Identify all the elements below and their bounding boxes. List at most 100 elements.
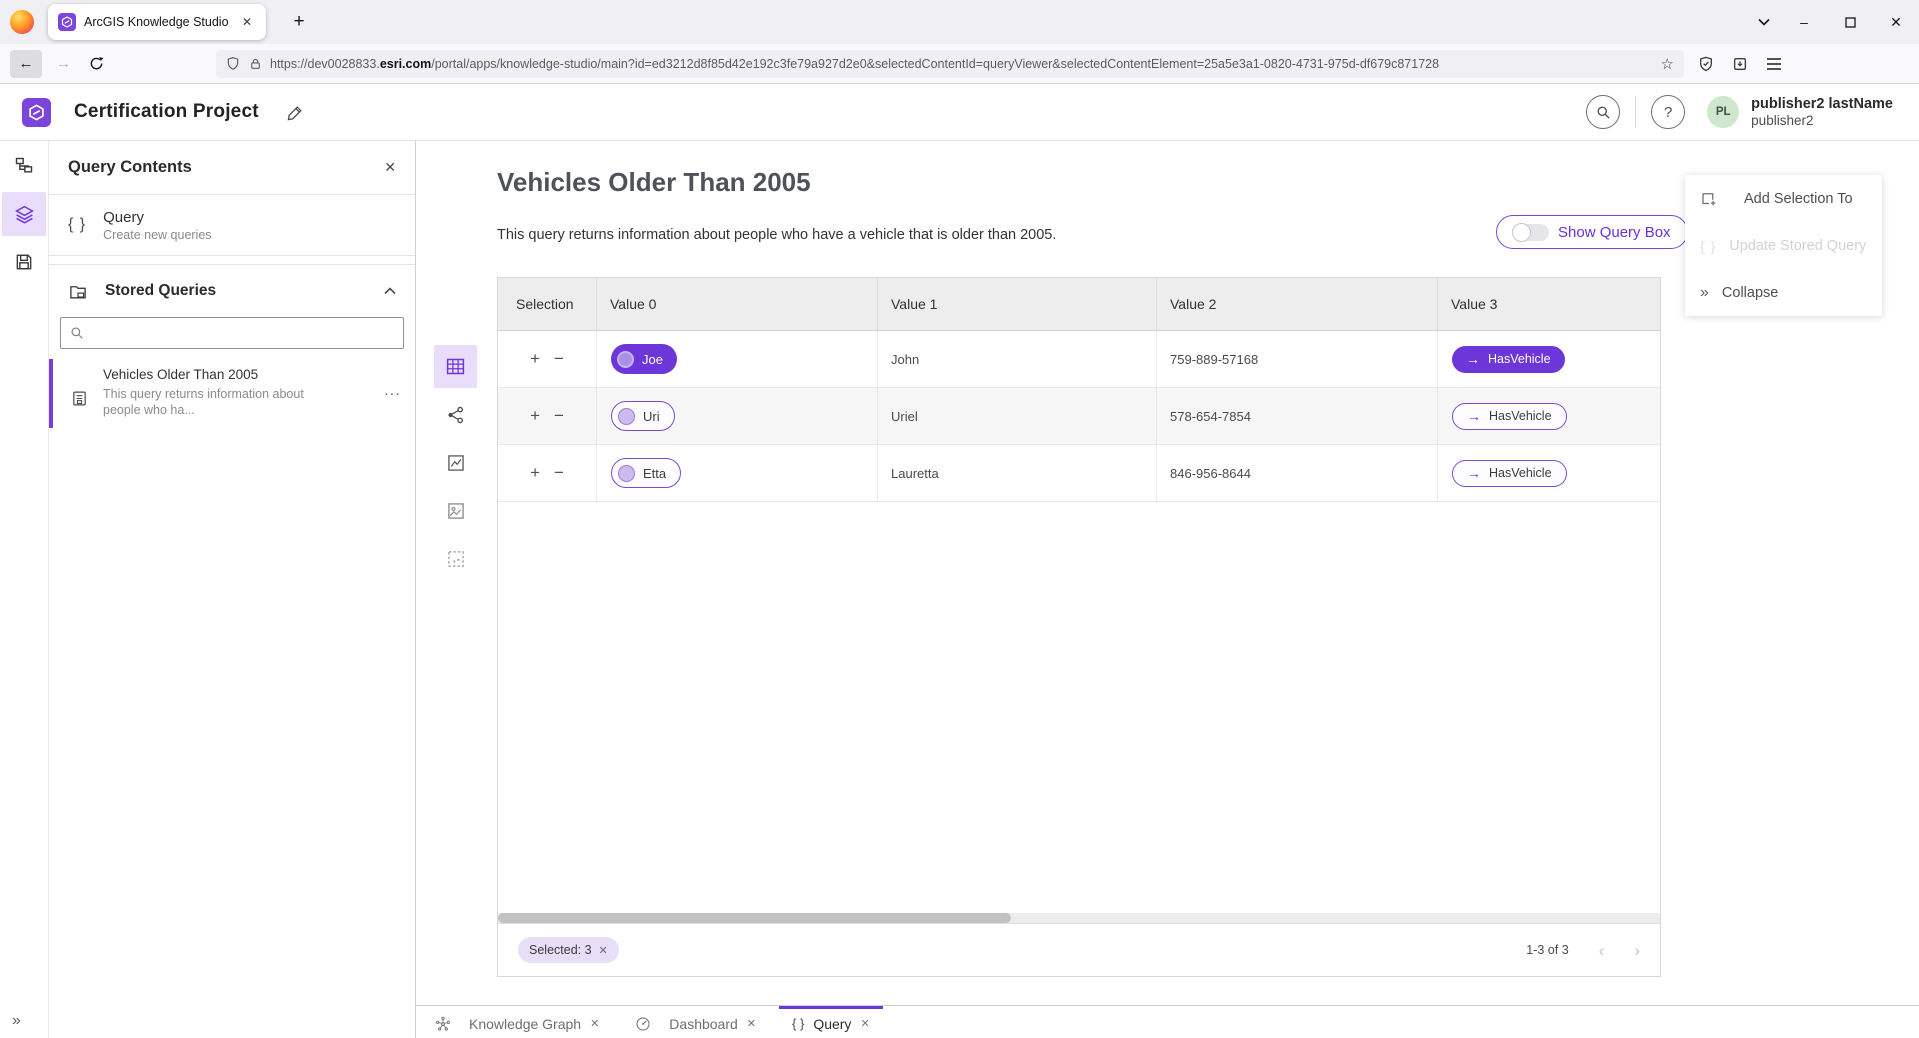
stored-queries-search-input[interactable] <box>91 318 403 348</box>
scrollbar-thumb[interactable] <box>498 913 1011 923</box>
url-text[interactable]: https://dev0028833.esri.com/portal/apps/… <box>270 57 1653 71</box>
table-empty-area <box>498 502 1660 913</box>
link-chart-view-button[interactable] <box>434 393 477 436</box>
entity-pill[interactable]: Etta <box>611 458 681 488</box>
menu-item-update-stored-query[interactable]: { } Update Stored Query <box>1685 222 1882 269</box>
relationship-pill-selected[interactable]: → HasVehicle <box>1452 346 1565 373</box>
menu-item-add-selection-to[interactable]: Add Selection To <box>1685 175 1882 222</box>
question-mark-icon: ? <box>1664 104 1672 121</box>
table-row[interactable]: + − Etta Lauretta 846-956-8644 <box>498 445 1660 502</box>
firefox-logo-icon[interactable] <box>10 10 34 34</box>
row-remove-button[interactable]: − <box>554 406 564 426</box>
pagination-prev-button[interactable]: ‹ <box>1599 942 1605 959</box>
url-bar[interactable]: https://dev0028833.esri.com/portal/apps/… <box>216 50 1684 78</box>
user-avatar[interactable]: PL <box>1707 96 1739 128</box>
table-view-button[interactable] <box>434 345 477 388</box>
relationship-label: HasVehicle <box>1489 409 1552 423</box>
row-remove-button[interactable]: − <box>554 463 564 483</box>
column-header-selection[interactable]: Selection <box>498 278 597 330</box>
column-header-value2[interactable]: Value 2 <box>1157 278 1438 330</box>
selection-tools-button[interactable] <box>434 537 477 580</box>
save-to-library-icon[interactable] <box>1732 56 1748 72</box>
entity-pill[interactable]: Uri <box>611 401 675 431</box>
shield-icon[interactable] <box>226 56 240 71</box>
list-all-tabs-chevron-icon[interactable] <box>1747 0 1781 44</box>
menu-label: Add Selection To <box>1744 191 1853 207</box>
stored-query-doc-icon <box>71 389 88 418</box>
back-button[interactable]: ← <box>10 50 42 78</box>
arcgis-favicon-icon <box>58 13 76 31</box>
collapse-section-chevron-icon[interactable] <box>384 287 396 295</box>
row-add-button[interactable]: + <box>530 463 540 483</box>
expand-rail-chevrons-icon[interactable]: » <box>12 1012 21 1030</box>
cell-value2: 759-889-57168 <box>1157 331 1438 387</box>
bookmark-star-icon[interactable]: ☆ <box>1661 55 1674 73</box>
query-item-text: Query Create new queries <box>103 209 211 242</box>
show-query-box-toggle[interactable]: Show Query Box <box>1496 215 1688 249</box>
row-add-button[interactable]: + <box>530 349 540 369</box>
relationship-pill[interactable]: → HasVehicle <box>1452 460 1567 487</box>
app-body: » Query Contents ✕ { } Query Create new … <box>0 141 1919 1038</box>
entity-pill-selected[interactable]: Joe <box>611 344 677 374</box>
map-view-button[interactable] <box>434 489 477 532</box>
selected-count-label: Selected: 3 <box>529 943 592 957</box>
relationship-arrow-icon: → <box>1467 465 1481 481</box>
stored-query-description: This query returns information about peo… <box>103 386 315 418</box>
column-header-value0[interactable]: Value 0 <box>597 278 878 330</box>
column-header-value3[interactable]: Value 3 <box>1438 278 1660 330</box>
chart-view-button[interactable] <box>434 441 477 484</box>
tab-close-icon[interactable]: ✕ <box>238 13 256 31</box>
app-window: ArcGIS Knowledge Studio ✕ + – ✕ ← → http… <box>0 0 1919 1038</box>
tab-knowledge-graph[interactable]: Knowledge Graph ✕ <box>422 1006 612 1038</box>
window-close-button[interactable]: ✕ <box>1873 0 1919 44</box>
horizontal-scrollbar[interactable] <box>498 913 1660 923</box>
hamburger-menu-icon[interactable] <box>1766 57 1782 71</box>
rail-item-contents[interactable] <box>2 192 46 236</box>
row-add-button[interactable]: + <box>530 406 540 426</box>
user-info[interactable]: publisher2 lastName publisher2 <box>1751 96 1893 128</box>
menu-item-collapse[interactable]: » Collapse <box>1685 269 1882 316</box>
stored-queries-search[interactable] <box>60 317 404 349</box>
protection-shield-icon[interactable] <box>1698 56 1714 72</box>
toggle-switch-off[interactable] <box>1513 224 1549 241</box>
relationship-pill[interactable]: → HasVehicle <box>1452 403 1567 430</box>
tab-label: Knowledge Graph <box>469 1016 581 1032</box>
panel-close-icon[interactable]: ✕ <box>384 159 396 176</box>
reload-button[interactable] <box>89 56 104 71</box>
table-row[interactable]: + − Uri Uriel 578-654-7854 <box>498 388 1660 445</box>
clear-selection-icon[interactable]: ✕ <box>599 944 608 957</box>
query-contents-panel: Query Contents ✕ { } Query Create new qu… <box>49 141 416 1038</box>
stored-queries-header[interactable]: Stored Queries <box>49 265 415 317</box>
browser-tab-active[interactable]: ArcGIS Knowledge Studio ✕ <box>48 4 266 40</box>
tab-close-icon[interactable]: ✕ <box>590 1017 599 1030</box>
tab-query-active[interactable]: { } Query ✕ <box>779 1006 883 1038</box>
braces-icon: { } <box>792 1016 804 1031</box>
new-tab-button[interactable]: + <box>284 11 314 33</box>
stored-query-item-selected[interactable]: Vehicles Older Than 2005 This query retu… <box>49 359 415 428</box>
row-remove-button[interactable]: − <box>554 349 564 369</box>
relationship-arrow-icon: → <box>1466 351 1480 367</box>
help-button[interactable]: ? <box>1651 95 1685 129</box>
query-item[interactable]: { } Query Create new queries <box>49 195 415 256</box>
lock-icon[interactable] <box>249 57 262 71</box>
tab-dashboard[interactable]: Dashboard ✕ <box>622 1006 769 1038</box>
table-row[interactable]: + − Joe John 759-889-57168 <box>498 331 1660 388</box>
rail-item-save[interactable] <box>2 240 46 284</box>
edit-pencil-icon[interactable] <box>287 104 304 121</box>
toggle-knob <box>1512 223 1531 242</box>
braces-icon: { } <box>1700 238 1716 254</box>
tab-close-icon[interactable]: ✕ <box>747 1017 756 1030</box>
pagination: 1-3 of 3 ‹ › <box>1526 942 1640 959</box>
forward-button[interactable]: → <box>56 55 71 72</box>
cell-value2: 578-654-7854 <box>1157 388 1438 444</box>
window-maximize-button[interactable] <box>1827 0 1873 44</box>
stored-query-options-ellipsis-icon[interactable]: ··· <box>384 385 401 401</box>
selected-count-chip[interactable]: Selected: 3 ✕ <box>518 937 619 963</box>
search-button[interactable] <box>1586 95 1620 129</box>
column-header-value1[interactable]: Value 1 <box>878 278 1157 330</box>
pagination-next-button[interactable]: › <box>1634 942 1640 959</box>
user-username: publisher2 <box>1751 113 1893 129</box>
rail-item-data-model[interactable] <box>2 144 46 188</box>
tab-close-icon[interactable]: ✕ <box>860 1017 869 1030</box>
window-minimize-button[interactable]: – <box>1781 0 1827 44</box>
